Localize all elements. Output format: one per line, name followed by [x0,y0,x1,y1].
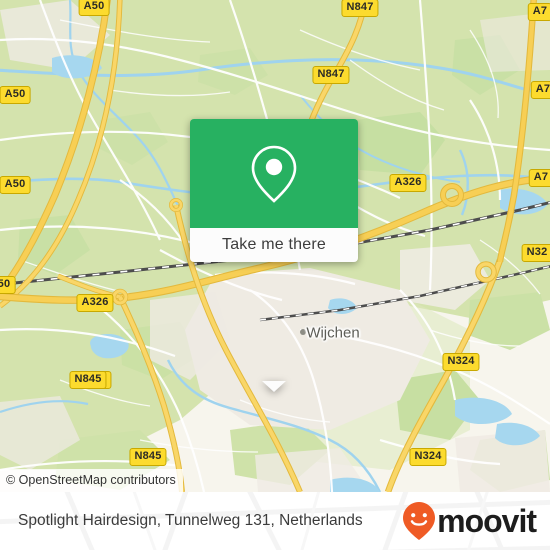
road-shield: N324 [442,353,480,371]
road-shield: A326 [389,174,427,192]
location-title: Spotlight Hairdesign, Tunnelweg 131, Net… [18,512,363,529]
moovit-logo[interactable]: moovit [402,501,537,541]
map-screenshot: Wijchen A50 N847 A7 N847 A50 A7 A50 A326 A7 N32 50… [0,0,550,550]
location-popup-card[interactable]: Take me there [190,119,358,392]
road-shield: A50 [78,0,110,16]
road-shield: A326 [76,294,114,312]
road-shield: N847 [312,66,350,84]
road-shield: N32 [521,244,550,262]
map-pin-icon [251,145,297,203]
road-shield: N845 [129,448,167,466]
road-shield: N847 [341,0,379,17]
place-label-wijchen: Wijchen [306,324,360,342]
popup-card-action[interactable]: Take me there [190,228,358,262]
road-shield: A7 [530,81,550,99]
road-shield: A7 [528,169,550,187]
osm-attribution[interactable]: © OpenStreetMap contributors [0,469,183,492]
road-shield: A50 [0,176,31,194]
take-me-there-label: Take me there [222,236,326,253]
road-shield: A7 [527,3,550,21]
popup-card-header [190,119,358,228]
road-shield: A50 [0,86,31,104]
road-shield: N324 [409,448,447,466]
moovit-pin-icon [403,502,436,540]
popup-card-tail [262,381,286,392]
footer-bar: Spotlight Hairdesign, Tunnelweg 131, Net… [0,492,550,550]
road-shield: 50 [0,276,16,294]
road-shield: N845 [69,371,107,389]
moovit-wordmark: moovit [437,503,537,539]
place-marker-dot [300,329,306,335]
